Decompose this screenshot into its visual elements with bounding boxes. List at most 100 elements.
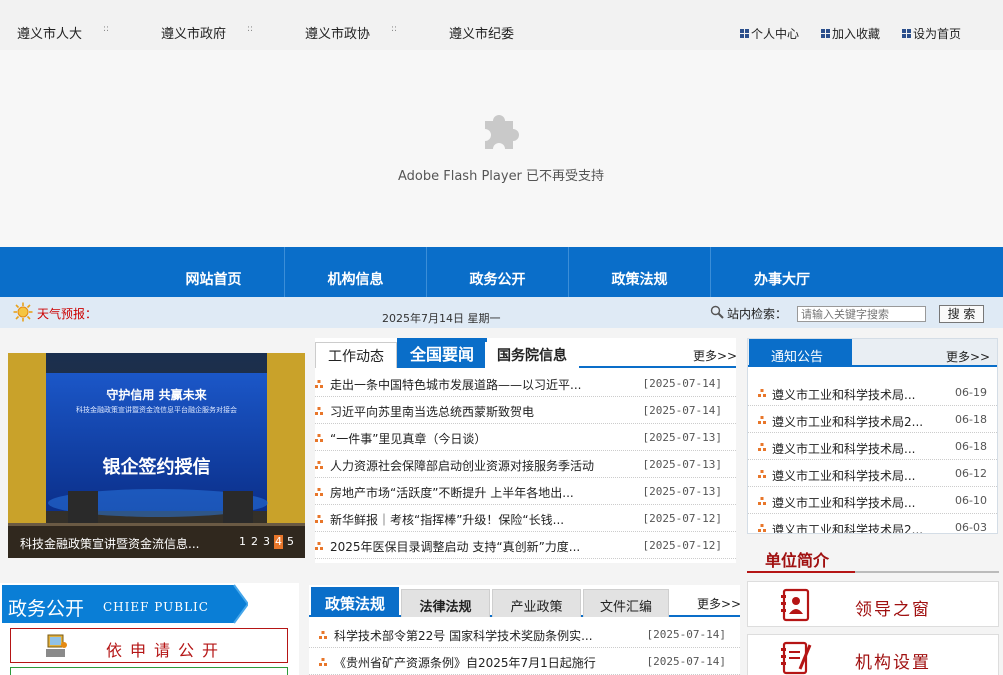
unit-intro-header: 单位简介 — [747, 543, 999, 573]
slide-caption-bar: 科技金融政策宣讲暨资金流信息... 1 2 3 4 5 — [8, 526, 305, 558]
add-favorite-label: 加入收藏 — [832, 27, 881, 41]
set-homepage-link[interactable]: 设为首页 — [902, 25, 961, 42]
orange-bullet-icon — [758, 470, 766, 478]
notice-title[interactable]: 遵义市工业和科学技术局2... — [772, 413, 923, 430]
notice-date: 06-12 — [955, 467, 987, 480]
tab-state-council[interactable]: 国务院信息 — [485, 342, 579, 368]
slide-banner-top: 守护信用 共赢未来 — [106, 388, 207, 402]
top-link-discipline[interactable]: 遵义市纪委 — [449, 23, 514, 42]
notice-title[interactable]: 遵义市工业和科学技术局... — [772, 386, 915, 403]
notice-title[interactable]: 遵义市工业和科学技术局... — [772, 494, 915, 511]
gov-public-subtitle: CHIEF PUBLIC — [103, 600, 209, 614]
orange-bullet-icon — [758, 389, 766, 397]
leader-profile-icon — [781, 588, 810, 622]
notice-date: 06-18 — [955, 413, 987, 426]
news-title[interactable]: 房地产市场“活跃度”不断提升 上半年各地出... — [330, 484, 574, 501]
top-link-cppcc[interactable]: 遵义市政协 — [305, 23, 370, 42]
notice-title[interactable]: 通知公告 — [749, 339, 852, 367]
add-favorite-link[interactable]: 加入收藏 — [821, 25, 880, 42]
top-separator: :: — [391, 24, 398, 34]
org-structure-button[interactable]: 机构设置 — [747, 634, 999, 675]
search-icon — [710, 305, 724, 319]
slide-page-3[interactable]: 3 — [262, 535, 271, 549]
news-title[interactable]: 新华鲜报｜考核“指挥棒”升级！保险“长钱... — [330, 511, 564, 528]
orange-bullet-icon — [758, 443, 766, 451]
notice-title[interactable]: 遵义市工业和科学技术局2... — [772, 521, 923, 533]
orange-bullet-icon — [315, 407, 323, 415]
news-title[interactable]: 2025年医保目录调整启动 支持“真创新”力度... — [330, 538, 580, 555]
current-date: 2025年7月14日 星期一 — [382, 312, 501, 325]
news-list: 走出一条中国特色城市发展道路——以习近平... [2025-07-14] 习近平向苏… — [315, 370, 736, 559]
policy-row: 《贵州省矿产资源条例》自2025年7月1日起施行 [2025-07-14] — [309, 648, 740, 675]
news-date: [2025-07-13] — [642, 458, 722, 471]
policy-tabs: 政策法规 法律法规 产业政策 文件汇编 更多>> — [309, 585, 741, 617]
news-row: 习近平向苏里南当选总统西蒙斯致贺电 [2025-07-14] — [315, 397, 736, 424]
slide-page-1[interactable]: 1 — [238, 535, 247, 549]
news-row: 人力资源社会保障部启动创业资源对接服务季活动 [2025-07-13] — [315, 451, 736, 478]
nav-org-info[interactable]: 机构信息 — [285, 247, 427, 297]
notice-row: 遵义市工业和科学技术局2... 06-18 — [748, 406, 997, 433]
unit-intro-title: 单位简介 — [747, 543, 855, 573]
search-input[interactable] — [797, 306, 926, 322]
leaders-window-label: 领导之窗 — [855, 600, 931, 620]
news-title[interactable]: 习近平向苏里南当选总统西蒙斯致贺电 — [330, 403, 534, 420]
search-button[interactable]: 搜 索 — [939, 305, 984, 323]
slide-page-2[interactable]: 2 — [250, 535, 259, 549]
orange-bullet-icon — [319, 658, 327, 666]
tab-policy-regulations[interactable]: 政策法规 — [311, 587, 399, 617]
orange-bullet-icon — [315, 461, 323, 469]
nav-policy[interactable]: 政策法规 — [569, 247, 711, 297]
slide-pager: 1 2 3 4 5 — [238, 535, 295, 549]
tab-national-news[interactable]: 全国要闻 — [397, 338, 488, 368]
news-title[interactable]: “一件事”里见真章（今日谈） — [330, 430, 486, 447]
tab-industry-policy[interactable]: 产业政策 — [492, 589, 581, 617]
orange-bullet-icon — [315, 380, 323, 388]
notice-list: 遵义市工业和科学技术局... 06-19 遵义市工业和科学技术局2... 06-18 遵… — [748, 379, 997, 534]
sun-icon — [13, 302, 33, 322]
info-bar: 天气预报： 2025年7月14日 星期一 站内检索： 搜 索 — [0, 297, 1003, 328]
gov-public-second-button[interactable] — [10, 667, 288, 675]
slide-caption[interactable]: 科技金融政策宣讲暨资金流信息... — [20, 535, 199, 552]
gov-public-panel: 政务公开 CHIEF PUBLIC 依申请公开 — [0, 583, 299, 675]
policy-title[interactable]: 《贵州省矿产资源条例》自2025年7月1日起施行 — [334, 654, 596, 671]
news-title[interactable]: 人力资源社会保障部启动创业资源对接服务季活动 — [330, 457, 594, 474]
news-more-link[interactable]: 更多>> — [693, 347, 737, 364]
nav-service-hall[interactable]: 办事大厅 — [711, 247, 853, 297]
personal-center-link[interactable]: 个人中心 — [740, 25, 799, 42]
slide-page-5[interactable]: 5 — [286, 535, 295, 549]
nav-gov-public[interactable]: 政务公开 — [427, 247, 569, 297]
orange-bullet-icon — [758, 497, 766, 505]
notice-date: 06-03 — [955, 521, 987, 534]
apply-disclosure-button[interactable]: 依申请公开 — [10, 628, 288, 663]
org-structure-label: 机构设置 — [855, 653, 931, 673]
policy-more-link[interactable]: 更多>> — [697, 595, 741, 612]
notice-title[interactable]: 遵义市工业和科学技术局... — [772, 440, 915, 457]
notice-more-link[interactable]: 更多>> — [946, 348, 990, 365]
notice-row: 遵义市工业和科学技术局... 06-12 — [748, 460, 997, 487]
orange-bullet-icon — [315, 434, 323, 442]
orange-bullet-icon — [315, 542, 323, 550]
news-row: 房地产市场“活跃度”不断提升 上半年各地出... [2025-07-13] — [315, 478, 736, 505]
weather-label: 天气预报： — [37, 307, 98, 321]
news-slideshow[interactable]: 守护信用 共赢未来 科技金融政策宣讲暨资金流信息平台融企服务对接会 银企签约授信… — [8, 353, 305, 558]
news-date: [2025-07-12] — [642, 539, 722, 552]
tab-work-news[interactable]: 工作动态 — [315, 342, 397, 368]
notice-title[interactable]: 遵义市工业和科学技术局... — [772, 467, 915, 484]
slide-banner-sub: 科技金融政策宣讲暨资金流信息平台融企服务对接会 — [76, 406, 237, 414]
slide-page-4[interactable]: 4 — [274, 535, 283, 549]
orange-bullet-icon — [315, 515, 323, 523]
top-link-npc[interactable]: 遵义市人大 — [17, 23, 82, 42]
nav-home[interactable]: 网站首页 — [143, 247, 285, 297]
policy-title[interactable]: 科学技术部令第22号 国家科学技术奖励条例实... — [334, 627, 593, 644]
tab-document-collection[interactable]: 文件汇编 — [583, 589, 669, 617]
top-link-government[interactable]: 遵义市政府 — [161, 23, 226, 42]
tab-laws[interactable]: 法律法规 — [401, 589, 490, 617]
policy-date: [2025-07-14] — [646, 655, 726, 668]
notice-row: 遵义市工业和科学技术局... 06-18 — [748, 433, 997, 460]
page: 遵义市人大 :: 遵义市政府 :: 遵义市政协 :: 遵义市纪委 个人中心 加入… — [0, 0, 1003, 675]
leaders-window-button[interactable]: 领导之窗 — [747, 581, 999, 627]
orange-bullet-icon — [315, 488, 323, 496]
news-row: “一件事”里见真章（今日谈） [2025-07-13] — [315, 424, 736, 451]
news-title[interactable]: 走出一条中国特色城市发展道路——以习近平... — [330, 376, 581, 393]
main-nav: 网站首页 机构信息 政务公开 政策法规 办事大厅 — [0, 247, 1003, 297]
